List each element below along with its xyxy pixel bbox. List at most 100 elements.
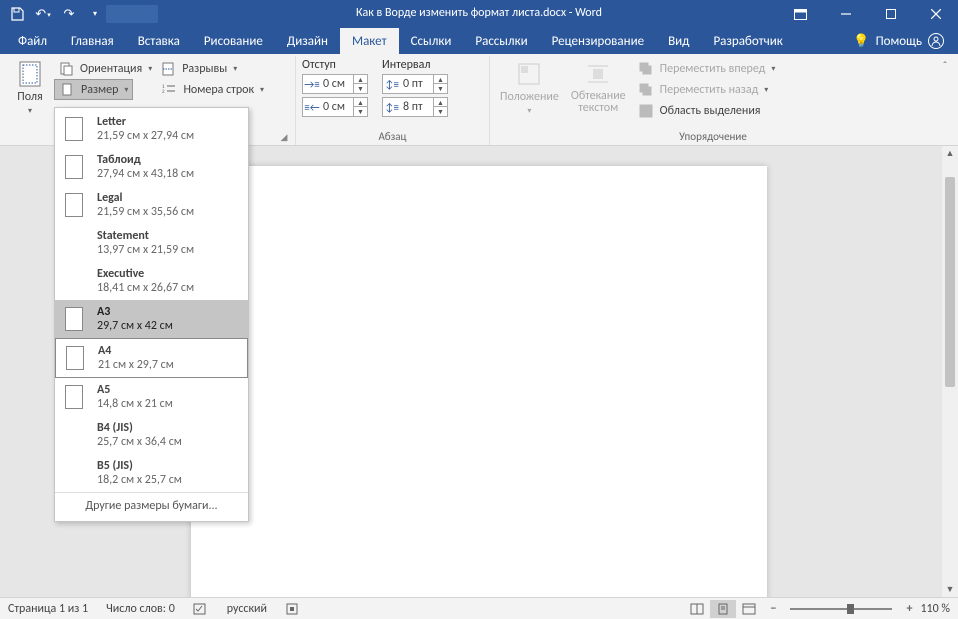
group-arrange: Положение ▾ Обтекание текстом Переместит… (490, 56, 936, 145)
tab-file[interactable]: Файл (6, 28, 59, 54)
language-indicator[interactable]: русский (227, 602, 267, 616)
maximize-button[interactable] (868, 0, 913, 28)
tab-layout[interactable]: Макет (340, 28, 399, 54)
paragraph-group-label: Абзац (302, 128, 483, 143)
spacing-after-icon: ↕≡ (383, 101, 401, 114)
spacing-before-input[interactable]: ↕≡ 0 пт ▲▼ (382, 74, 448, 94)
size-option-dimensions: 18,41 см x 26,67 см (97, 281, 194, 295)
size-option-dimensions: 18,2 см x 25,7 см (97, 473, 182, 487)
tab-mailings[interactable]: Рассылки (463, 28, 539, 54)
macro-record-icon[interactable] (285, 602, 299, 616)
word-count[interactable]: Число слов: 0 (106, 602, 175, 616)
send-backward-button: Переместить назад▾ (634, 79, 780, 100)
size-option-[interactable]: Таблоид27,94 см x 43,18 см (55, 148, 248, 186)
scroll-down-arrow[interactable]: ▼ (942, 582, 958, 597)
lightbulb-icon: 💡 (853, 34, 869, 49)
breaks-button[interactable]: Разрывы▾ (156, 58, 241, 79)
account-icon[interactable] (928, 33, 944, 49)
size-option-title: B5 (JIS) (97, 459, 182, 473)
tab-draw[interactable]: Рисование (192, 28, 275, 54)
page-indicator[interactable]: Страница 1 из 1 (8, 602, 88, 616)
arrange-group-label: Упорядочение (496, 128, 930, 143)
indent-heading: Отступ (302, 58, 368, 72)
size-option-legal[interactable]: Legal21,59 см x 35,56 см (55, 186, 248, 224)
tab-design[interactable]: Дизайн (275, 28, 340, 54)
minimize-button[interactable] (823, 0, 868, 28)
vertical-scrollbar[interactable]: ▲ ▼ (942, 146, 958, 597)
spacing-after-input[interactable]: ↕≡ 8 пт ▲▼ (382, 97, 448, 117)
size-option-title: Statement (97, 229, 194, 243)
save-button[interactable] (6, 3, 28, 25)
size-option-letter[interactable]: Letter21,59 см x 27,94 см (55, 110, 248, 148)
size-option-dimensions: 21 см x 29,7 см (98, 358, 174, 372)
zoom-level[interactable]: 110 % (920, 602, 950, 616)
tell-me-button[interactable]: Помощь (876, 34, 922, 49)
bring-forward-button: Переместить вперед▾ (634, 58, 780, 79)
size-option-dimensions: 29,7 см x 42 см (97, 319, 173, 333)
page-icon (65, 385, 83, 409)
page-setup-launcher[interactable]: ◢ (278, 131, 290, 143)
page-icon (65, 307, 83, 331)
page-icon (65, 155, 83, 179)
size-option-title: A3 (97, 305, 173, 319)
size-option-title: Letter (97, 115, 194, 129)
more-paper-sizes-button[interactable]: Другие размеры бумаги... (55, 492, 248, 519)
tab-home[interactable]: Главная (59, 28, 126, 54)
indent-left-icon: →≡ (303, 78, 321, 91)
size-button[interactable]: Размер▾ (54, 79, 133, 100)
document-page[interactable] (191, 166, 767, 597)
print-layout-button[interactable] (710, 600, 736, 618)
zoom-slider[interactable] (790, 608, 892, 610)
redo-button[interactable]: ↷ (58, 3, 80, 25)
size-option-a3[interactable]: A329,7 см x 42 см (55, 300, 248, 338)
position-icon (517, 60, 541, 88)
undo-button[interactable]: ↶▾ (32, 3, 54, 25)
orientation-icon (58, 61, 74, 77)
wrap-text-button[interactable]: Обтекание текстом (567, 58, 630, 121)
size-option-title: B4 (JIS) (97, 421, 182, 435)
web-layout-button[interactable] (736, 600, 762, 618)
tab-review[interactable]: Рецензирование (540, 28, 656, 54)
spinner-up[interactable]: ▲ (354, 75, 367, 84)
read-mode-button[interactable] (684, 600, 710, 618)
size-dropdown-panel: Letter21,59 см x 27,94 смТаблоид27,94 см… (54, 107, 249, 522)
size-option-b4jis[interactable]: B4 (JIS)25,7 см x 36,4 см (55, 416, 248, 454)
size-option-executive[interactable]: Executive18,41 см x 26,67 см (55, 262, 248, 300)
size-option-a5[interactable]: A514,8 см x 21 см (55, 378, 248, 416)
zoom-handle[interactable] (847, 604, 854, 614)
position-button[interactable]: Положение ▾ (496, 58, 563, 121)
tab-insert[interactable]: Вставка (126, 28, 192, 54)
qat-customize-button[interactable]: ▾ (84, 3, 106, 25)
account-placeholder[interactable] (106, 5, 158, 23)
indent-right-icon: ≡← (303, 101, 321, 114)
selection-pane-button[interactable]: Область выделения (634, 100, 780, 121)
zoom-in-button[interactable]: + (906, 602, 912, 616)
tab-references[interactable]: Ссылки (399, 28, 464, 54)
zoom-out-button[interactable]: − (770, 602, 776, 616)
view-mode-buttons (684, 600, 762, 618)
scroll-thumb[interactable] (945, 177, 955, 387)
ribbon-tabs: Файл Главная Вставка Рисование Дизайн Ма… (0, 28, 958, 54)
close-button[interactable] (913, 0, 958, 28)
margins-label: Поля (17, 90, 42, 104)
orientation-button[interactable]: Ориентация▾ (54, 58, 156, 79)
margins-button[interactable]: Поля ▾ (10, 58, 50, 118)
scroll-up-arrow[interactable]: ▲ (942, 146, 958, 161)
tab-developer[interactable]: Разработчик (701, 28, 794, 54)
send-backward-icon (638, 82, 654, 98)
svg-text:2: 2 (162, 89, 165, 95)
spinner-down[interactable]: ▼ (354, 84, 367, 93)
line-numbers-button[interactable]: 12 Номера строк▾ (157, 79, 268, 100)
size-option-statement[interactable]: Statement13,97 см x 21,59 см (55, 224, 248, 262)
size-option-title: Таблоид (97, 153, 194, 167)
ribbon-display-button[interactable] (778, 0, 823, 28)
tab-view[interactable]: Вид (656, 28, 701, 54)
spellcheck-icon[interactable] (193, 602, 209, 616)
collapse-ribbon-button[interactable]: ˆ (936, 56, 954, 145)
size-option-a4[interactable]: A421 см x 29,7 см (55, 338, 248, 378)
indent-left-input[interactable]: →≡ 0 см ▲▼ (302, 74, 368, 94)
indent-right-input[interactable]: ≡← 0 см ▲▼ (302, 97, 368, 117)
group-paragraph: Отступ →≡ 0 см ▲▼ ≡← 0 см ▲▼ Интервал ↕≡… (296, 56, 490, 145)
size-option-b5jis[interactable]: B5 (JIS)18,2 см x 25,7 см (55, 454, 248, 492)
line-numbers-icon: 12 (161, 82, 177, 98)
